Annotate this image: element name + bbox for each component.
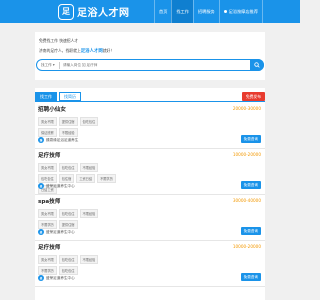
job-tag: 不限经验 xyxy=(79,255,99,264)
logo-mark-icon: 足 xyxy=(58,3,74,20)
company-info[interactable]: 臻 臻泉缘足浴足道养生 xyxy=(38,137,78,143)
job-tag: 包吃包住 xyxy=(79,117,99,126)
company-logo: 盛 xyxy=(38,275,44,281)
company-logo: 盛 xyxy=(38,229,44,235)
job-tag: 包吃包住 xyxy=(58,266,78,275)
nav-item-shop-recommend[interactable]: 足浴按摩店推荐 xyxy=(218,0,264,23)
nav-item-home[interactable]: 首页 xyxy=(154,0,171,23)
job-list-panel: 找工作 找简历 免费发布 招聘小仙女 20000-30000 男女不限 提供住宿… xyxy=(35,88,265,300)
job-tag: 不限学历 xyxy=(38,266,57,275)
search-input[interactable] xyxy=(63,63,213,67)
company-info[interactable]: 盛 盛荣足道养生中心 xyxy=(38,229,75,235)
tab-find-job[interactable]: 找工作 xyxy=(35,92,57,101)
job-tag: 男女不限 xyxy=(38,163,57,172)
tab-divider xyxy=(35,101,265,102)
logo-text: 足浴人才网 xyxy=(77,8,130,19)
job-salary: 10000-20000 xyxy=(232,152,261,157)
job-card[interactable]: 足疗技师 10000-20000 男女不限 包吃包住 不限经验 包吃包住 包住宿… xyxy=(35,149,265,195)
intro-tagline: 免费找工作 快速招人才 xyxy=(39,38,79,43)
job-tag: 不限经验 xyxy=(79,209,99,218)
job-tag: 提供住宿 xyxy=(58,220,78,229)
intro-panel: 免费找工作 快速招人才 济南的足疗人，找职就上足浴人才网就好！ xyxy=(35,32,265,80)
company-logo: 臻 xyxy=(38,137,44,143)
company-info[interactable]: 盛 盛荣足道养生中心 xyxy=(38,275,75,281)
consult-button[interactable]: 免费咨询 xyxy=(240,273,261,281)
job-tag: 不限学历 xyxy=(38,220,57,229)
post-job-button[interactable]: 免费发布 xyxy=(241,92,265,101)
company-name: 臻泉缘足浴足道养生 xyxy=(46,137,79,142)
search-button[interactable] xyxy=(250,59,264,71)
search-icon xyxy=(254,62,260,68)
company-logo: 盛 xyxy=(38,183,44,189)
job-salary: 20000-30000 xyxy=(232,106,261,111)
job-salary: 30000-40000 xyxy=(232,198,261,203)
job-tags: 男女不限 提供住宿 包吃包住 保证底薪 不限经验 xyxy=(38,117,118,139)
job-tag: 包吃包住 xyxy=(38,174,57,183)
consult-button[interactable]: 免费咨询 xyxy=(240,181,261,189)
job-tag: 提供住宿 xyxy=(58,117,78,126)
search-divider xyxy=(59,62,60,69)
job-tag: 男女不限 xyxy=(38,209,57,218)
job-tags: 男女不限 包吃包住 不限经验 不限学历 包吃包住 xyxy=(38,255,118,277)
job-tag: 工资日结 xyxy=(76,174,96,183)
job-tag: 包住宿 xyxy=(58,174,75,183)
job-tag: 包吃包住 xyxy=(58,209,78,218)
consult-button[interactable]: 免费咨询 xyxy=(240,227,261,235)
job-tag: 包吃包住 xyxy=(58,163,78,172)
site-logo[interactable]: 足 足浴人才网 xyxy=(58,3,130,20)
intro-slogan: 济南的足疗人，找职就上足浴人才网就好！ xyxy=(39,48,115,54)
job-card[interactable]: 足疗技师 10000-20000 男女不限 包吃包住 不限经验 不限学历 包吃包… xyxy=(35,241,265,287)
job-title[interactable]: 足疗技师 xyxy=(38,151,60,159)
job-tag: 包吃包住 xyxy=(58,255,78,264)
main-nav: 首页 找工作 招聘服务 足浴按摩店推荐 xyxy=(154,0,264,23)
tab-find-resume[interactable]: 找简历 xyxy=(59,92,81,101)
job-tag: 男女不限 xyxy=(38,117,57,126)
job-title[interactable]: spa技师 xyxy=(38,197,60,205)
job-card[interactable]: 招聘小仙女 20000-30000 男女不限 提供住宿 包吃包住 保证底薪 不限… xyxy=(35,103,265,149)
company-name: 盛荣足道养生中心 xyxy=(46,229,75,234)
job-tag: 不限经验 xyxy=(58,128,78,137)
company-name: 盛荣足道养生中心 xyxy=(46,183,75,188)
nav-item-find-job[interactable]: 找工作 xyxy=(171,0,193,23)
consult-button[interactable]: 免费咨询 xyxy=(240,135,261,143)
job-tag: 男女不限 xyxy=(38,255,57,264)
job-title[interactable]: 招聘小仙女 xyxy=(38,105,66,113)
nav-item-recruit-service[interactable]: 招聘服务 xyxy=(192,0,219,23)
job-salary: 10000-20000 xyxy=(232,244,261,249)
job-tag: 保证底薪 xyxy=(38,128,57,137)
company-info[interactable]: 盛 盛荣足道养生中心 xyxy=(38,183,75,189)
content-tabs: 找工作 找简历 xyxy=(35,92,83,101)
job-tags: 男女不限 包吃包住 不限经验 包吃包住 包住宿 工资日结 不限学历 日结工资 xyxy=(38,163,118,196)
dot-icon xyxy=(223,10,227,13)
job-tag: 不限经验 xyxy=(79,163,99,172)
top-navbar: 足 足浴人才网 首页 找工作 招聘服务 足浴按摩店推荐 xyxy=(0,0,300,23)
search-bar: 找工作 ▾ xyxy=(36,59,264,71)
search-category-select[interactable]: 找工作 ▾ xyxy=(41,63,55,68)
job-title[interactable]: 足疗技师 xyxy=(38,243,60,251)
job-card[interactable]: spa技师 30000-40000 男女不限 包吃包住 不限经验 不限学历 提供… xyxy=(35,195,265,241)
company-name: 盛荣足道养生中心 xyxy=(46,275,75,280)
job-tag: 不限学历 xyxy=(97,174,116,183)
job-tags: 男女不限 包吃包住 不限经验 不限学历 提供住宿 xyxy=(38,209,118,231)
